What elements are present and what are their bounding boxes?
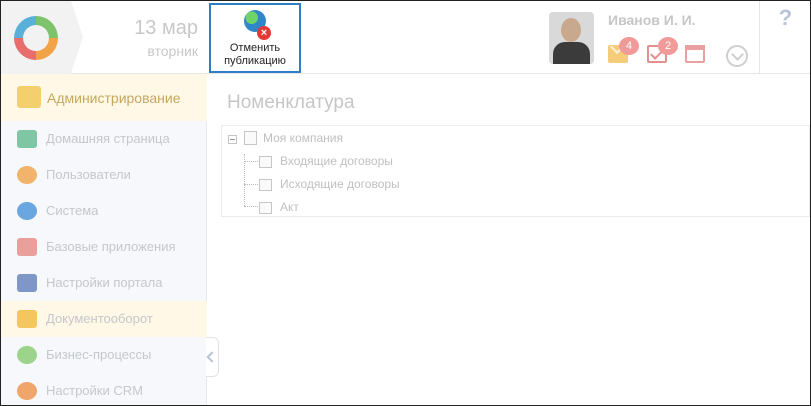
system-icon — [17, 202, 37, 220]
sidebar-item-home[interactable]: Домашняя страница — [1, 121, 207, 157]
company-icon — [244, 131, 257, 145]
help-button[interactable]: ? — [761, 5, 810, 35]
folder-icon — [259, 156, 272, 168]
tree-node-label: Моя компания — [263, 131, 343, 145]
calendar-icon[interactable] — [685, 45, 705, 63]
crm-settings-icon — [17, 382, 37, 400]
tree-node-label: Акт — [280, 200, 299, 214]
task-count-badge: 2 — [658, 37, 678, 55]
sidebar-section-label: Администрирование — [47, 90, 181, 106]
current-date: 13 мар — [134, 17, 198, 39]
business-process-icon — [17, 346, 37, 364]
folder-icon — [259, 179, 272, 191]
sidebar-item-label: Домашняя страница — [46, 131, 170, 146]
tree-node-act[interactable]: Акт — [222, 197, 522, 217]
sidebar-item-label: Бизнес-процессы — [46, 347, 152, 362]
folder-icon — [259, 202, 272, 214]
logo-ring-icon — [14, 16, 58, 60]
unpublish-button-label: Отменить публикацию — [224, 42, 286, 67]
collapse-toggle-icon[interactable] — [228, 135, 237, 144]
tree-node-outgoing-contracts[interactable]: Исходящие договоры — [222, 174, 522, 194]
sidebar-item-document-flow[interactable]: Документооборот — [1, 301, 207, 337]
sidebar: Администрирование Домашняя страница Поль… — [1, 74, 207, 405]
avatar[interactable] — [549, 12, 594, 64]
home-tiles-icon — [17, 130, 37, 148]
users-icon — [17, 166, 37, 184]
sidebar-item-label: Документооборот — [46, 311, 153, 326]
sidebar-item-base-apps[interactable]: Базовые приложения — [1, 229, 207, 265]
logo[interactable] — [1, 1, 71, 74]
sidebar-collapse-handle[interactable] — [206, 337, 219, 377]
sidebar-item-label: Пользователи — [46, 167, 131, 182]
tree-node-label: Входящие договоры — [280, 154, 393, 168]
portal-settings-icon — [17, 274, 37, 292]
sidebar-item-portal-settings[interactable]: Настройки портала — [1, 265, 207, 301]
user-name[interactable]: Иванов И. И. — [608, 12, 696, 28]
unpublish-button[interactable]: × Отменить публикацию — [209, 3, 301, 73]
tree-node-incoming-contracts[interactable]: Входящие договоры — [222, 151, 522, 171]
lock-key-icon — [17, 86, 41, 108]
avatar-body — [553, 42, 590, 64]
tree-node-label: Исходящие договоры — [280, 177, 400, 191]
header-divider — [759, 1, 760, 74]
mail-count-badge: 4 — [619, 37, 639, 55]
sidebar-item-system[interactable]: Система — [1, 193, 207, 229]
app-window: 13 мар вторник × Отменить публикацию Ива… — [0, 0, 811, 406]
avatar-head — [561, 18, 581, 42]
sidebar-item-label: Настройки CRM — [46, 383, 143, 398]
sidebar-item-label: Система — [46, 203, 99, 218]
nomenclature-tree: Моя компания Входящие договоры Исходящие… — [221, 125, 810, 217]
sidebar-item-label: Базовые приложения — [46, 239, 176, 254]
sidebar-item-label: Настройки портала — [46, 275, 163, 290]
folder-icon — [17, 310, 37, 328]
current-weekday: вторник — [147, 43, 198, 59]
chevron-down-icon[interactable] — [726, 45, 748, 67]
tree-node-root[interactable]: Моя компания — [222, 128, 522, 148]
page-title: Номенклатура — [227, 92, 355, 113]
sidebar-item-users[interactable]: Пользователи — [1, 157, 207, 193]
base-apps-icon — [17, 238, 37, 256]
sidebar-item-business-processes[interactable]: Бизнес-процессы — [1, 337, 207, 373]
top-header: 13 мар вторник × Отменить публикацию Ива… — [1, 1, 810, 74]
sidebar-item-crm-settings[interactable]: Настройки CRM — [1, 373, 207, 405]
logo-arrow — [71, 1, 83, 73]
cancel-x-icon: × — [257, 26, 271, 40]
sidebar-section-administration[interactable]: Администрирование — [1, 74, 207, 121]
